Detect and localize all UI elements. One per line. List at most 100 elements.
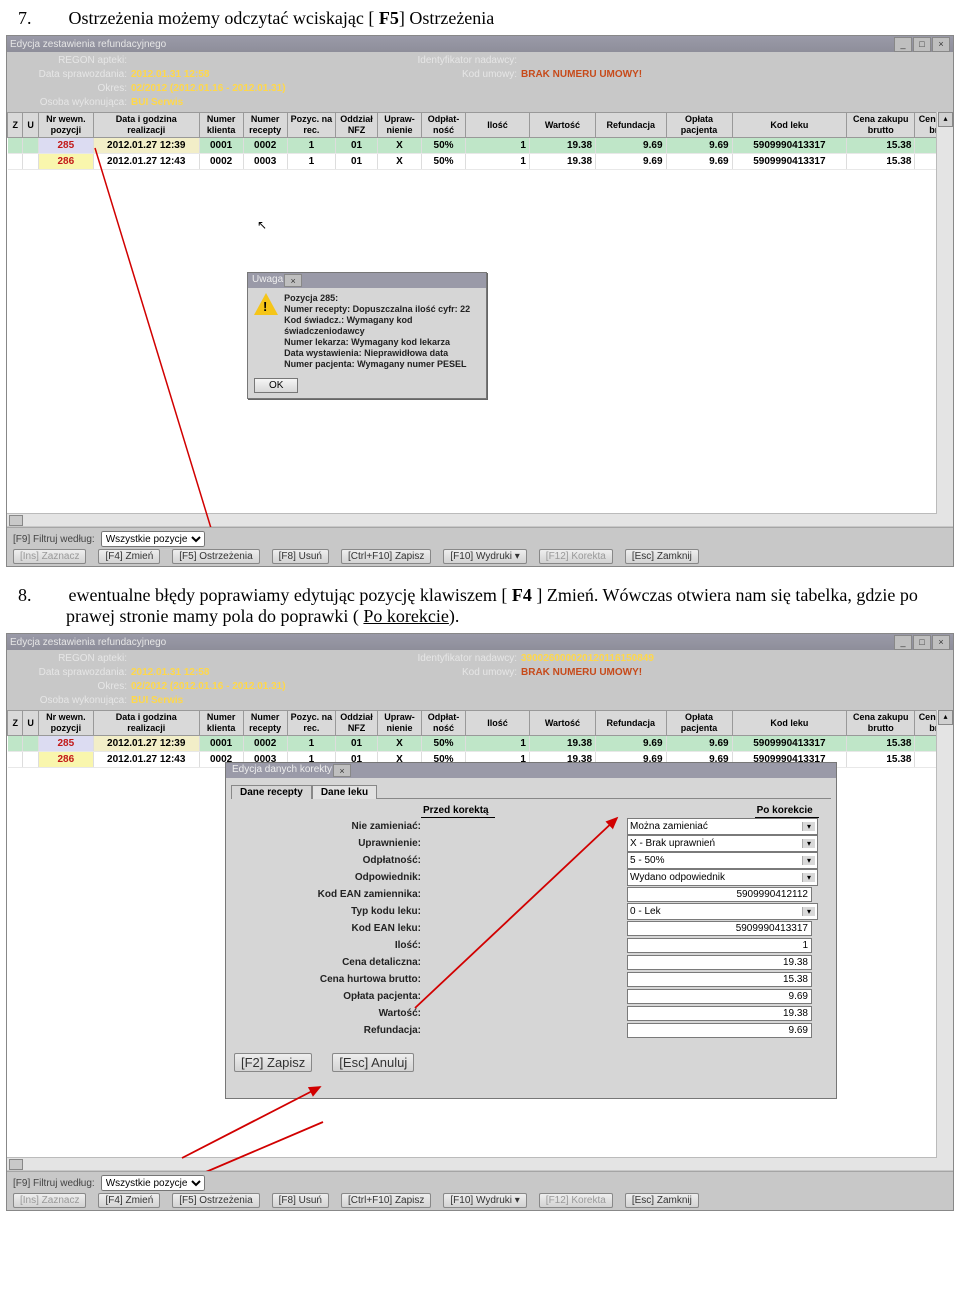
max-button[interactable]: □ [913, 37, 931, 52]
table-cell: 19.38 [529, 138, 595, 154]
table-cell: 9.69 [596, 736, 666, 752]
scroll-thumb-2[interactable] [9, 1159, 23, 1170]
form-field[interactable]: 9.69 [627, 989, 812, 1004]
grid-col-header: Numer klienta [199, 711, 243, 736]
chevron-down-icon[interactable]: ▾ [802, 873, 815, 882]
max-button-2[interactable]: □ [913, 635, 931, 650]
form-field[interactable]: 0 - Lek▾ [627, 903, 812, 920]
table-cell: X [377, 736, 421, 752]
table-cell: 285 [38, 138, 93, 154]
chevron-down-icon[interactable]: ▾ [802, 822, 815, 831]
instruction-8-text-c: ] Zmień [536, 585, 593, 605]
scrollbar-horizontal-2[interactable] [7, 1157, 937, 1170]
filter-select-2[interactable]: Wszystkie pozycje [101, 1175, 205, 1191]
min-button-2[interactable]: _ [894, 635, 912, 650]
table-row[interactable]: 2852012.01.27 12:3900010002101X50%119.38… [8, 736, 953, 752]
form-field[interactable]: 1 [627, 938, 812, 953]
table-cell: 1 [466, 736, 530, 752]
form-row: Uprawnienie:X - Brak uprawnień▾ [241, 835, 821, 852]
tab-dane-recepty[interactable]: Dane recepty [231, 785, 312, 799]
instruction-7-text-c: ] Ostrzeżenia [399, 8, 494, 28]
chevron-down-icon[interactable]: ▾ [802, 839, 815, 848]
scroll-up-icon[interactable]: ▴ [938, 112, 953, 127]
warning-titlebar: Uwaga× [248, 273, 486, 288]
form-label: Odpowiednik: [241, 872, 427, 883]
umowa-value: BRAK NUMERU UMOWY! [521, 69, 642, 80]
zamknij-button-2[interactable]: [Esc] Zamknij [625, 1193, 699, 1208]
ok-button[interactable]: OK [254, 378, 298, 393]
usun-button[interactable]: [F8] Usuń [272, 549, 329, 564]
form-field[interactable]: 5 - 50%▾ [627, 852, 812, 869]
table-cell: 286 [38, 752, 93, 768]
zaznacz-button-2[interactable]: [Ins] Zaznacz [13, 1193, 86, 1208]
zmien-button[interactable]: [F4] Zmień [98, 549, 160, 564]
table-cell: X [377, 154, 421, 170]
table-cell: 9.69 [666, 736, 732, 752]
zamknij-button[interactable]: [Esc] Zamknij [625, 549, 699, 564]
warning-close-button[interactable]: × [284, 274, 302, 287]
scrollbar-horizontal[interactable] [7, 513, 937, 526]
warn-line-1: Pozycja 285: [284, 293, 480, 304]
grid-header: ZUNr wewn. pozycjiData i godzina realiza… [8, 113, 953, 138]
ostrzezenia-button-2[interactable]: [F5] Ostrzeżenia [172, 1193, 259, 1208]
grid-col-header: Wartość [529, 113, 595, 138]
form-field[interactable]: 15.38 [627, 972, 812, 987]
form-field[interactable]: 19.38 [627, 955, 812, 970]
grid-col-header: Oddział NFZ [336, 711, 378, 736]
przed-korekta-heading: Przed korektą [421, 805, 495, 818]
form-label: Opłata pacjenta: [241, 991, 427, 1002]
table-cell: 15.38 [847, 138, 915, 154]
grid-col-header: Upraw- nienie [377, 711, 421, 736]
umowa-value-2: BRAK NUMERU UMOWY! [521, 667, 642, 678]
form-field[interactable]: 9.69 [627, 1023, 812, 1038]
scrollbar-vertical[interactable]: ▴ [936, 112, 953, 526]
grid-table[interactable]: ZUNr wewn. pozycjiData i godzina realiza… [7, 112, 953, 170]
form-field[interactable]: Wydano odpowiednik▾ [627, 869, 812, 886]
ostrzezenia-button[interactable]: [F5] Ostrzeżenia [172, 549, 259, 564]
zapisz-button[interactable]: [Ctrl+F10] Zapisz [341, 549, 431, 564]
warn-line-5: Data wystawienia: Nieprawidłowa data [284, 348, 480, 359]
zapisz-button-2[interactable]: [Ctrl+F10] Zapisz [341, 1193, 431, 1208]
edit-dialog-close-button[interactable]: × [333, 764, 351, 777]
form-label: Cena detaliczna: [241, 957, 427, 968]
dialog-anuluj-button[interactable]: [Esc] Anuluj [332, 1053, 414, 1072]
form-field[interactable]: 5909990412112 [627, 887, 812, 902]
table-row[interactable]: 2852012.01.27 12:3900010002101X50%119.38… [8, 138, 953, 154]
table-cell: 50% [422, 736, 466, 752]
grid-col-header: U [23, 711, 38, 736]
window-title-2: Edycja zestawienia refundacyjnego [10, 637, 166, 648]
grid-table-2[interactable]: ZUNr wewn. pozycjiData i godzina realiza… [7, 710, 953, 768]
close-button[interactable]: × [932, 37, 950, 52]
scrollbar-vertical-2[interactable]: ▴ [936, 710, 953, 1170]
table-cell: 19.38 [529, 154, 595, 170]
okres-value-2: 02/2012 (2012.01.16 - 2012.01.31) [131, 681, 286, 692]
close-button-2[interactable]: × [932, 635, 950, 650]
korekta-button[interactable]: [F12] Korekta [539, 549, 613, 564]
table-cell: 9.69 [596, 154, 666, 170]
form-field[interactable]: Można zamieniać▾ [627, 818, 812, 835]
form-field[interactable]: 5909990413317 [627, 921, 812, 936]
tab-dane-leku[interactable]: Dane leku [312, 785, 377, 799]
zaznacz-button[interactable]: [Ins] Zaznacz [13, 549, 86, 564]
dialog-zapisz-button[interactable]: [F2] Zapisz [234, 1053, 312, 1072]
scroll-up-icon-2[interactable]: ▴ [938, 710, 953, 725]
table-row[interactable]: 2862012.01.27 12:4300020003101X50%119.38… [8, 154, 953, 170]
table-cell: 2012.01.27 12:43 [93, 752, 199, 768]
data-label: Data sprawozdania: [27, 68, 127, 82]
chevron-down-icon[interactable]: ▾ [802, 907, 815, 916]
wydruki-button[interactable]: [F10] Wydruki ▾ [443, 549, 526, 564]
usun-button-2[interactable]: [F8] Usuń [272, 1193, 329, 1208]
form-field[interactable]: 19.38 [627, 1006, 812, 1021]
scroll-thumb[interactable] [9, 515, 23, 526]
chevron-down-icon[interactable]: ▾ [802, 856, 815, 865]
min-button[interactable]: _ [894, 37, 912, 52]
korekta-button-2[interactable]: [F12] Korekta [539, 1193, 613, 1208]
zmien-button-2[interactable]: [F4] Zmień [98, 1193, 160, 1208]
filter-select[interactable]: Wszystkie pozycje [101, 531, 205, 547]
form-field[interactable]: X - Brak uprawnień▾ [627, 835, 812, 852]
table-cell: 1 [287, 154, 335, 170]
wydruki-button-2[interactable]: [F10] Wydruki ▾ [443, 1193, 526, 1208]
table-cell: 285 [38, 736, 93, 752]
table-cell: 2012.01.27 12:39 [93, 736, 199, 752]
table-cell: 01 [336, 736, 378, 752]
